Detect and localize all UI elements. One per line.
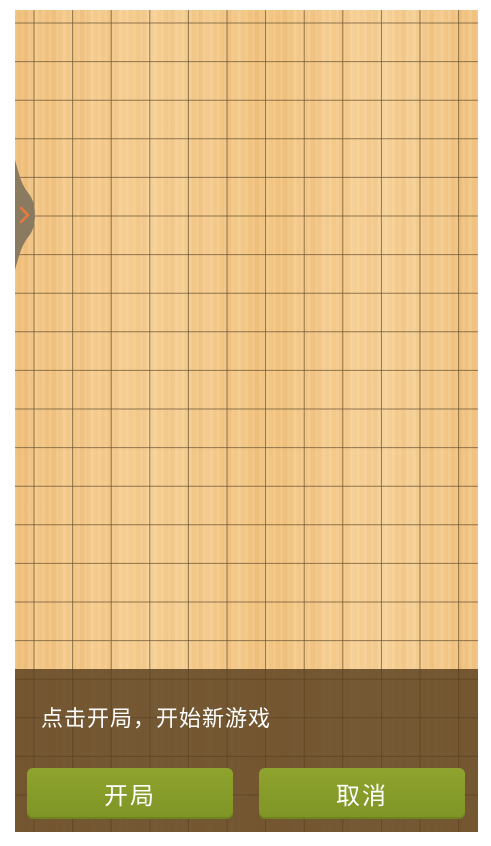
start-game-button[interactable]: 开局	[27, 768, 233, 819]
dialog-prompt: 点击开局，开始新游戏	[41, 707, 272, 732]
cancel-button[interactable]: 取消	[259, 768, 465, 819]
drawer-handle-tab	[15, 160, 35, 270]
new-game-dialog: 点击开局，开始新游戏 开局 取消	[15, 669, 478, 832]
side-drawer-handle[interactable]	[15, 160, 45, 270]
game-screen: 点击开局，开始新游戏 开局 取消	[15, 10, 478, 832]
